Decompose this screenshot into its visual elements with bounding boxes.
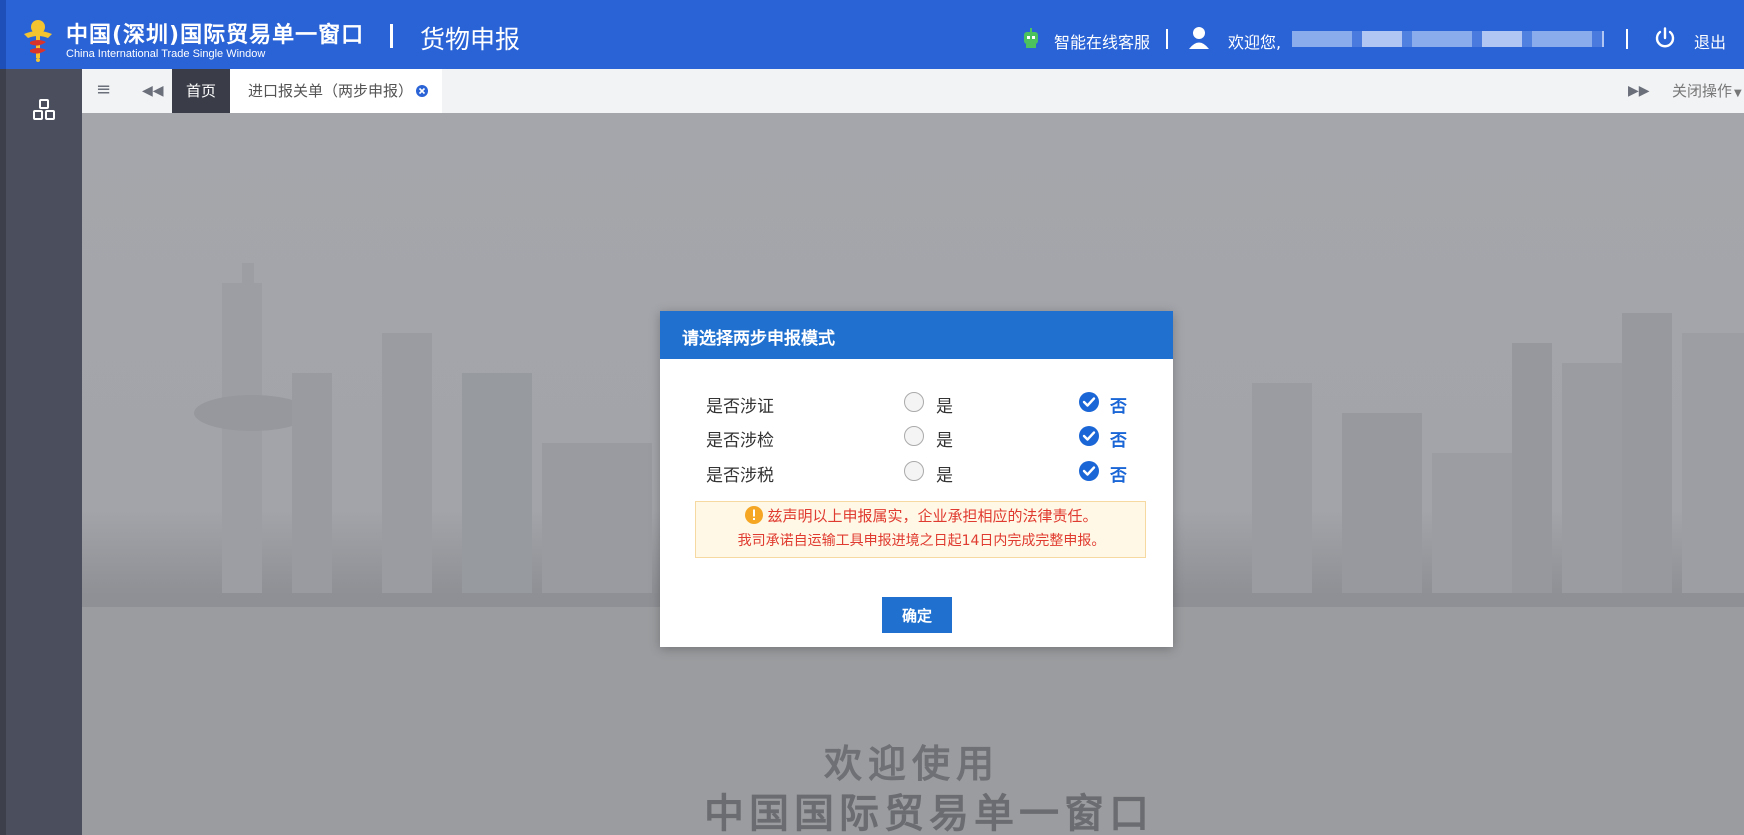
radio-yes[interactable]	[904, 426, 924, 446]
scroll-tabs-right-icon[interactable]: ▶▶	[1628, 82, 1650, 100]
tab-import-declaration-label: 进口报关单（两步申报）	[248, 82, 414, 100]
radio-no-label[interactable]: 否	[1110, 426, 1127, 451]
radio-yes[interactable]	[904, 392, 924, 412]
header-divider	[1626, 29, 1628, 49]
question-row-license: 是否涉证 是 否	[660, 390, 1173, 418]
radio-no-checked-icon[interactable]	[1078, 425, 1100, 447]
close-operations-label: 关闭操作	[1672, 82, 1733, 100]
question-label: 是否涉检	[706, 431, 774, 451]
brand-subtitle: China International Trade Single Window	[66, 48, 266, 60]
radio-yes[interactable]	[904, 461, 924, 481]
radio-no-checked-icon[interactable]	[1078, 460, 1100, 482]
top-header: 中国(深圳)国际贸易单一窗口 China International Trade…	[0, 0, 1744, 69]
radio-no-checked-icon[interactable]	[1078, 391, 1100, 413]
radio-no-label[interactable]: 否	[1110, 461, 1127, 486]
radio-no-label[interactable]: 否	[1110, 392, 1127, 417]
power-icon[interactable]	[1654, 27, 1676, 49]
welcome-heading: 欢迎使用	[823, 742, 1000, 786]
question-row-inspection: 是否涉检 是 否	[660, 424, 1173, 452]
welcome-platform-name: 中国国际贸易单一窗口	[704, 791, 1154, 835]
question-label: 是否涉证	[706, 397, 774, 417]
module-title: 货物申报	[420, 25, 521, 54]
header-left-strip	[0, 0, 6, 69]
notice-line-1: 兹声明以上申报属实，企业承担相应的法律责任。	[696, 505, 1147, 526]
brand-separator	[390, 24, 393, 48]
close-operations-dropdown[interactable]: 关闭操作 ▼	[1672, 69, 1742, 113]
dialog-header: 请选择两步申报模式	[660, 311, 1173, 359]
radio-yes-label[interactable]: 是	[936, 426, 953, 451]
user-avatar-icon	[1189, 27, 1209, 49]
cubes-menu-icon[interactable]	[32, 99, 56, 121]
radio-yes-label[interactable]: 是	[936, 392, 953, 417]
customs-emblem-icon	[24, 20, 52, 62]
declaration-notice: 兹声明以上申报属实，企业承担相应的法律责任。 我司承诺自运输工具申报进境之日起1…	[695, 501, 1146, 558]
confirm-button[interactable]: 确定	[882, 597, 952, 633]
scroll-tabs-left-icon[interactable]: ◀◀	[142, 82, 164, 100]
left-sidebar	[0, 69, 82, 835]
sidebar-edge	[0, 69, 6, 835]
tab-import-declaration[interactable]: 进口报关单（两步申报）	[230, 69, 442, 113]
redacted-username	[1292, 31, 1604, 47]
warning-icon	[745, 506, 764, 524]
declaration-mode-dialog: 请选择两步申报模式 是否涉证 是 否 是否涉检 是 否 是否涉税 是 否 兹声明…	[660, 311, 1173, 647]
question-row-tax: 是否涉税 是 否	[660, 459, 1173, 487]
hamburger-menu-icon[interactable]: ≡	[96, 81, 112, 99]
brand-title: 中国(深圳)国际贸易单一窗口	[66, 23, 365, 48]
welcome-label: 欢迎您,	[1228, 33, 1282, 52]
question-label: 是否涉税	[706, 466, 774, 486]
robot-service-icon[interactable]	[1021, 27, 1041, 49]
notice-line-2: 我司承诺自运输工具申报进境之日起14日内完成完整申报。	[737, 533, 1106, 549]
notice-line-1-text: 兹声明以上申报属实，企业承担相应的法律责任。	[767, 507, 1098, 525]
online-service-link[interactable]: 智能在线客服	[1054, 29, 1150, 53]
logout-button[interactable]: 退出	[1694, 29, 1726, 53]
tab-close-icon[interactable]	[416, 85, 428, 97]
tab-home[interactable]: 首页	[172, 69, 230, 113]
header-divider	[1166, 29, 1168, 49]
radio-yes-label[interactable]: 是	[936, 461, 953, 486]
caret-down-icon: ▼	[1734, 88, 1742, 99]
dialog-title: 请选择两步申报模式	[682, 329, 835, 349]
